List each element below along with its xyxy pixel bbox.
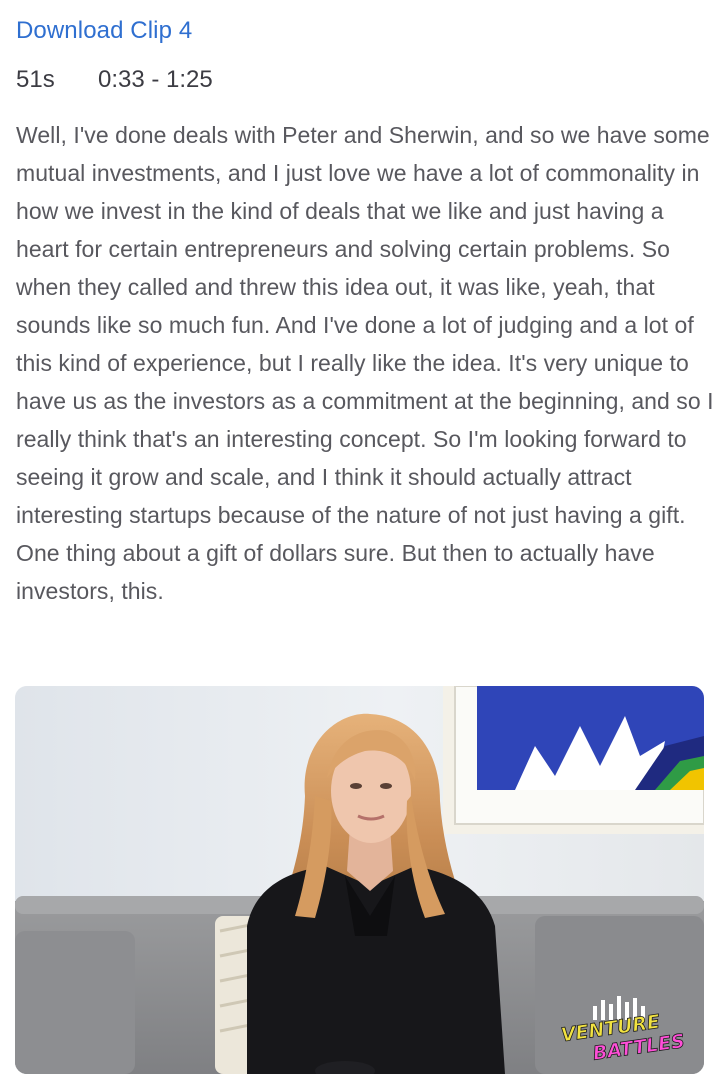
clip-duration: 51s [16, 66, 55, 93]
download-clip-link[interactable]: Download Clip 4 [16, 17, 192, 45]
wall-artwork [443, 686, 704, 834]
clip-card: Download Clip 4 51s 0:33 - 1:25 Well, I'… [0, 0, 724, 1092]
clip-transcript: Well, I've done deals with Peter and She… [16, 122, 714, 604]
clip-time-range: 0:33 - 1:25 [98, 66, 213, 93]
thumbnail-scene: VENTURE BATTLES [15, 686, 704, 1074]
video-thumbnail[interactable]: VENTURE BATTLES [15, 686, 704, 1074]
clip-meta: 51s 0:33 - 1:25 [16, 66, 213, 94]
